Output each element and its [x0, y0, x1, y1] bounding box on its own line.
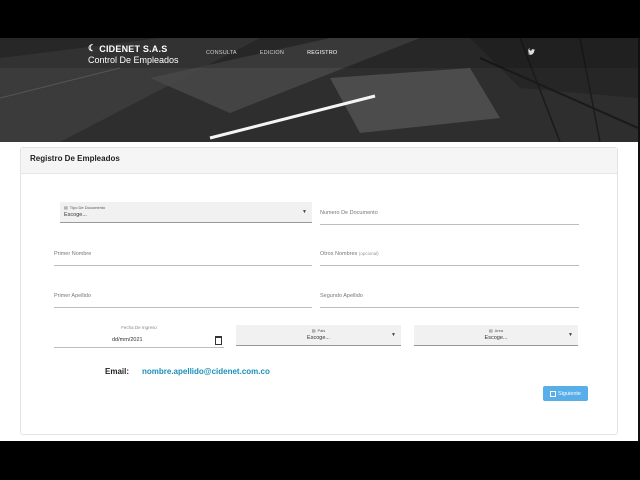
email-value: nombre.apellido@cidenet.com.co: [142, 367, 270, 376]
segundo-apellido-label: Segundo Apellido: [320, 293, 363, 299]
nav-item-registro[interactable]: REGISTRO: [307, 50, 337, 56]
pais-label: Pais: [317, 328, 326, 333]
otros-nombres-field[interactable]: Otros Nombres (opcional): [320, 245, 579, 266]
primer-apellido-field[interactable]: Primer Apellido: [54, 287, 312, 308]
fecha-ingreso-value: dd/mm/2021: [112, 337, 143, 343]
chevron-down-icon: ▼: [302, 209, 307, 215]
numero-documento-field[interactable]: Numero De Documento: [320, 204, 579, 225]
chevron-down-icon: ▼: [568, 332, 573, 338]
calendar-icon[interactable]: [215, 336, 222, 345]
brand[interactable]: ☾ CIDENET S.A.S Control De Empleados: [88, 43, 179, 65]
hero-banner: ☾ CIDENET S.A.S Control De Empleados CON…: [0, 38, 638, 142]
primer-nombre-label: Primer Nombre: [54, 251, 92, 257]
primer-nombre-field[interactable]: Primer Nombre: [54, 245, 312, 266]
save-icon: [550, 390, 557, 397]
letterbox-bottom: [0, 441, 640, 480]
globe-icon: ▤: [311, 328, 316, 333]
otros-nombres-label: Otros Nombres: [320, 251, 358, 257]
employee-registration-card: Registro De Empleados ▤ Tipo De Document…: [20, 147, 618, 435]
chevron-down-icon: ▼: [391, 332, 396, 338]
tipo-documento-select[interactable]: ▤ Tipo De Documento Escoge... ▼: [60, 202, 312, 223]
card-title: Registro De Empleados: [30, 154, 120, 163]
area-value: Escoge...: [484, 335, 508, 341]
nav-item-consulta[interactable]: CONSULTA: [206, 50, 237, 56]
pais-value: Escoge...: [307, 335, 330, 341]
building-icon: ▤: [488, 328, 493, 333]
nav-item-edicion[interactable]: EDICION: [260, 50, 284, 56]
social-links: f: [528, 49, 536, 56]
siguiente-label: Siguiente: [558, 390, 581, 397]
id-card-icon: ▤: [64, 205, 68, 210]
tipo-documento-label: Tipo De Documento: [69, 205, 106, 210]
area-select[interactable]: ▤ Area Escoge... ▼: [414, 325, 578, 346]
brand-subtitle: Control De Empleados: [88, 55, 179, 65]
letterbox-top: [0, 0, 640, 38]
app-window: ☾ CIDENET S.A.S Control De Empleados CON…: [0, 38, 638, 441]
primer-apellido-label: Primer Apellido: [54, 293, 91, 299]
top-nav: CONSULTA EDICION REGISTRO: [206, 50, 360, 56]
card-header: Registro De Empleados: [21, 148, 617, 174]
email-label: Email:: [105, 367, 130, 376]
tipo-documento-value: Escoge...: [64, 212, 87, 218]
area-label: Area: [494, 328, 504, 333]
segundo-apellido-field[interactable]: Segundo Apellido: [320, 287, 579, 308]
brand-logo-icon: ☾: [88, 43, 97, 53]
brand-name: CIDENET S.A.S: [99, 43, 168, 54]
optional-hint: (opcional): [358, 251, 379, 256]
numero-documento-label: Numero De Documento: [320, 210, 378, 216]
fecha-ingreso-field[interactable]: Fecha De Ingreso dd/mm/2021: [54, 325, 224, 348]
pais-select[interactable]: ▤ Pais Escoge... ▼: [236, 325, 401, 346]
fecha-ingreso-label: Fecha De Ingreso: [121, 325, 157, 330]
siguiente-button[interactable]: Siguiente: [543, 386, 588, 401]
